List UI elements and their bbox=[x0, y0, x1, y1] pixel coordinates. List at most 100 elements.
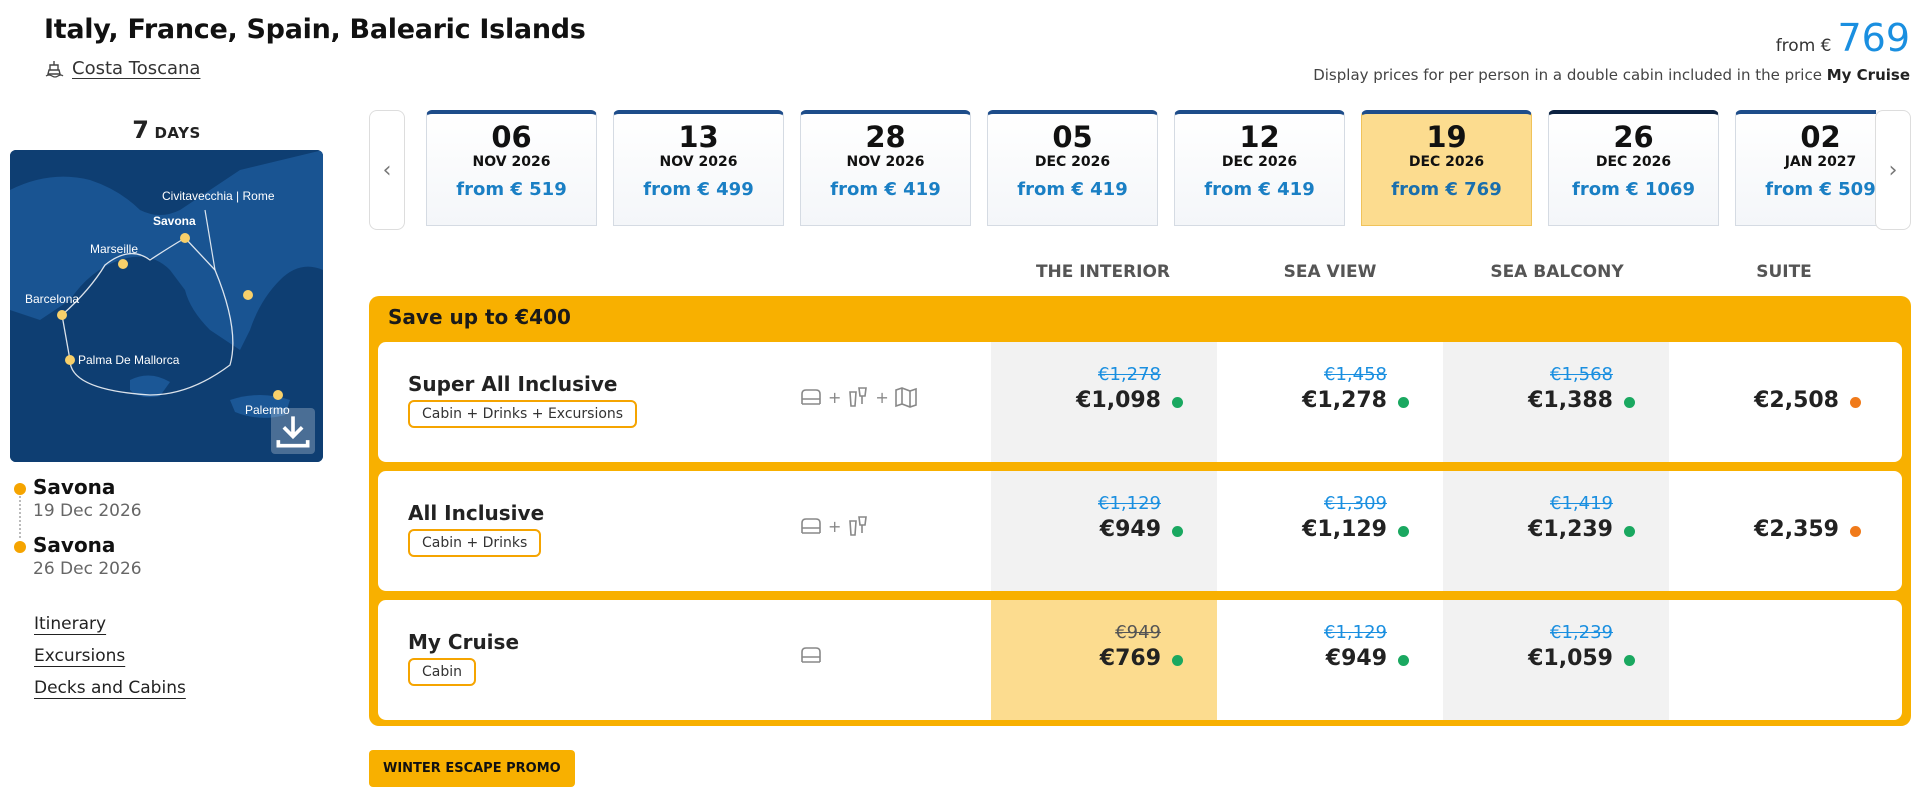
ship-link[interactable]: Costa Toscana bbox=[44, 58, 200, 79]
new-price: €2,508 bbox=[1754, 388, 1839, 413]
next-dates-button[interactable]: › bbox=[1875, 110, 1911, 230]
new-price: €949 bbox=[1099, 517, 1161, 542]
price-cell-interior[interactable]: €1,129 €949 bbox=[991, 471, 1217, 591]
package-icons: + bbox=[798, 513, 871, 539]
old-price: €1,129 bbox=[1324, 622, 1387, 643]
package-icons: + + bbox=[798, 384, 919, 410]
save-title: Save up to €400 bbox=[388, 305, 571, 329]
availability-dot bbox=[1398, 397, 1409, 408]
date-card[interactable]: 12 DEC 2026 from € 419 bbox=[1174, 110, 1345, 226]
date-card[interactable]: 06 NOV 2026 from € 519 bbox=[426, 110, 597, 226]
date-price: from € 419 bbox=[1017, 179, 1128, 200]
availability-dot-limited bbox=[1850, 397, 1861, 408]
package-row-my-cruise: My Cruise Cabin €949 €769 €1,129 €949 €1,2… bbox=[378, 600, 1902, 720]
date-month: DEC 2026 bbox=[1034, 154, 1111, 170]
date-day: 05 bbox=[1052, 120, 1093, 154]
date-day: 06 bbox=[491, 120, 532, 154]
price-cell-interior-selected[interactable]: €949 €769 bbox=[991, 600, 1217, 720]
date-month: DEC 2026 bbox=[1408, 154, 1485, 170]
ship-name[interactable]: Costa Toscana bbox=[72, 58, 200, 79]
price-cell-sea-view[interactable]: €1,129 €949 bbox=[1217, 600, 1443, 720]
excursions-link[interactable]: Excursions bbox=[34, 646, 186, 666]
col-suite: SUITE bbox=[1756, 262, 1812, 282]
port-connector bbox=[19, 496, 21, 538]
package-name: All Inclusive bbox=[408, 501, 545, 525]
date-card[interactable]: 13 NOV 2026 from € 499 bbox=[613, 110, 784, 226]
price-cell-sea-balcony[interactable]: €1,419 €1,239 bbox=[1443, 471, 1669, 591]
date-price: from € 419 bbox=[830, 179, 941, 200]
price-note: Display prices for per person in a doubl… bbox=[1313, 66, 1910, 84]
date-month: JAN 2027 bbox=[1784, 154, 1857, 170]
old-price: €1,129 bbox=[1098, 493, 1161, 514]
map-label-palma: Palma De Mallorca bbox=[78, 353, 180, 367]
date-card[interactable]: 28 NOV 2026 from € 419 bbox=[800, 110, 971, 226]
date-card[interactable]: 05 DEC 2026 from € 419 bbox=[987, 110, 1158, 226]
port-date: 26 Dec 2026 bbox=[33, 559, 142, 579]
cabin-icon bbox=[801, 389, 821, 405]
date-day: 13 bbox=[678, 120, 719, 154]
prev-dates-button[interactable]: ‹ bbox=[369, 110, 405, 230]
availability-dot-limited bbox=[1850, 526, 1861, 537]
availability-dot bbox=[1398, 655, 1409, 666]
package-row-all-inclusive: All Inclusive Cabin + Drinks + €1,129 €94… bbox=[378, 471, 1902, 591]
package-tag: Cabin + Drinks + Excursions bbox=[408, 400, 638, 428]
price-cell-sea-view[interactable]: €1,458 €1,278 bbox=[1217, 342, 1443, 462]
package-tag: Cabin bbox=[408, 658, 477, 686]
availability-dot bbox=[1172, 397, 1183, 408]
date-price: from € 509 bbox=[1765, 179, 1876, 200]
date-price: from € 499 bbox=[643, 179, 754, 200]
old-price: €1,419 bbox=[1550, 493, 1613, 514]
date-price: from € 519 bbox=[456, 179, 567, 200]
new-price: €2,359 bbox=[1754, 517, 1839, 542]
price-cell-sea-view[interactable]: €1,309 €1,129 bbox=[1217, 471, 1443, 591]
new-price: €1,239 bbox=[1528, 517, 1613, 542]
cruise-duration: 7 DAYS bbox=[10, 116, 323, 144]
map-label-savona: Savona bbox=[153, 214, 196, 228]
ship-icon bbox=[45, 60, 64, 78]
days-number: 7 bbox=[132, 116, 149, 144]
date-card[interactable]: 02 JAN 2027 from € 509 bbox=[1735, 110, 1876, 226]
download-map-button[interactable] bbox=[271, 408, 315, 454]
price-note-product: My Cruise bbox=[1826, 66, 1910, 84]
availability-dot bbox=[1172, 655, 1183, 666]
availability-dot bbox=[1624, 655, 1635, 666]
from-label: from € bbox=[1775, 36, 1832, 56]
date-month: DEC 2026 bbox=[1595, 154, 1672, 170]
departure-dates: 06 NOV 2026 from € 519 13 NOV 2026 from € 49… bbox=[414, 110, 1876, 228]
price-cell-suite[interactable]: €2,359 bbox=[1669, 471, 1895, 591]
decks-cabins-link[interactable]: Decks and Cabins bbox=[34, 678, 186, 698]
date-day: 28 bbox=[865, 120, 906, 154]
download-icon bbox=[276, 416, 310, 448]
itinerary-link[interactable]: Itinerary bbox=[34, 614, 186, 634]
price-cell-sea-balcony[interactable]: €1,568 €1,388 bbox=[1443, 342, 1669, 462]
date-card[interactable]: 26 DEC 2026 from € 1069 bbox=[1548, 110, 1719, 226]
col-sea-balcony: SEA BALCONY bbox=[1490, 262, 1624, 282]
map-label-civitavecchia: Civitavecchia | Rome bbox=[162, 189, 275, 203]
port-name: Savona bbox=[33, 475, 116, 499]
embark-port: Savona 19 Dec 2026 bbox=[14, 475, 142, 521]
price-cell-interior[interactable]: €1,278 €1,098 bbox=[991, 342, 1217, 462]
new-price: €769 bbox=[1099, 646, 1161, 671]
package-tag: Cabin + Drinks bbox=[408, 529, 542, 557]
drinks-icon bbox=[849, 387, 868, 407]
port-dot bbox=[14, 483, 26, 495]
date-day: 26 bbox=[1613, 120, 1654, 154]
availability-dot bbox=[1172, 526, 1183, 537]
old-price: €1,278 bbox=[1098, 364, 1161, 385]
package-icons bbox=[798, 642, 824, 668]
price-cell-suite[interactable]: €2,508 bbox=[1669, 342, 1895, 462]
promo-badge[interactable]: WINTER ESCAPE PROMO bbox=[369, 750, 575, 787]
new-price: €1,388 bbox=[1528, 388, 1613, 413]
date-day: 02 bbox=[1800, 120, 1841, 154]
old-price: €1,239 bbox=[1550, 622, 1613, 643]
new-price: €949 bbox=[1325, 646, 1387, 671]
price-cell-sea-balcony[interactable]: €1,239 €1,059 bbox=[1443, 600, 1669, 720]
from-price: 769 bbox=[1837, 16, 1910, 60]
price-note-text: Display prices for per person in a doubl… bbox=[1313, 66, 1822, 84]
itinerary-map[interactable]: Civitavecchia | Rome Savona Marseille Ba… bbox=[10, 150, 323, 462]
chevron-right-icon: › bbox=[1888, 157, 1898, 183]
date-month: NOV 2026 bbox=[846, 154, 925, 170]
page-title: Italy, France, Spain, Balearic Islands bbox=[44, 14, 586, 45]
package-row-super-all-inclusive: Super All Inclusive Cabin + Drinks + Exc… bbox=[378, 342, 1902, 462]
date-card-selected[interactable]: 19 DEC 2026 from € 769 bbox=[1361, 110, 1532, 226]
